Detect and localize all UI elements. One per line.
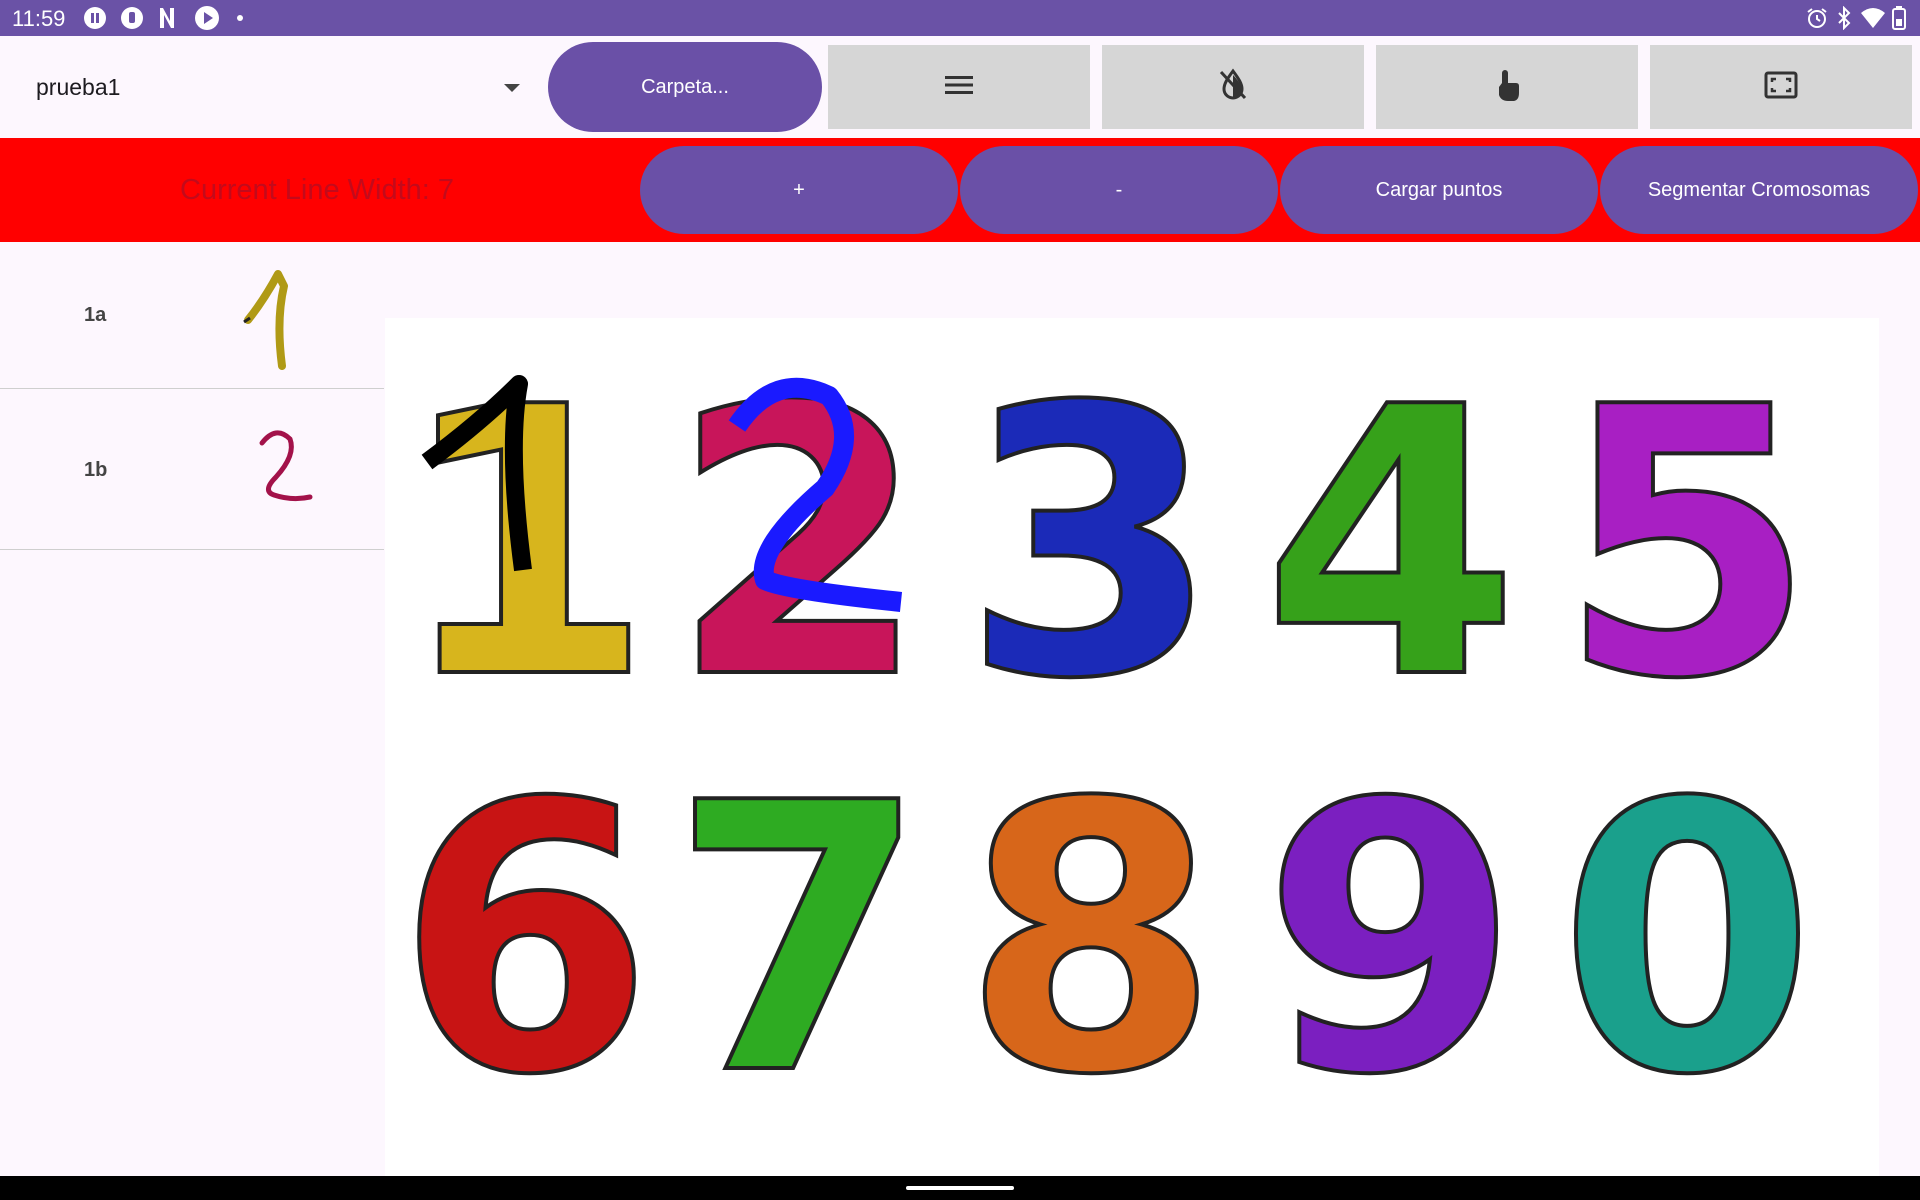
touch-icon — [1492, 67, 1522, 108]
load-points-button[interactable]: Cargar puntos — [1280, 146, 1598, 234]
chevron-down-icon — [504, 84, 520, 92]
project-name: prueba1 — [36, 74, 121, 100]
folder-button[interactable]: Carpeta... — [548, 42, 822, 132]
status-bar: 11:59 — [0, 0, 1920, 36]
increase-width-button[interactable]: + — [640, 146, 958, 234]
n-logo-icon — [158, 5, 176, 31]
wifi-icon — [1860, 5, 1886, 31]
home-handle[interactable] — [906, 1186, 1014, 1190]
alarm-icon — [1806, 5, 1828, 31]
menu-icon — [944, 73, 974, 102]
numbers-image: 1 2 3 4 56 7 8 9 0 — [394, 328, 1817, 1158]
list-item-thumbnail — [246, 425, 326, 520]
list-item-label: 1b — [84, 459, 108, 481]
fullscreen-icon — [1764, 71, 1798, 104]
digit-0: 0 — [1558, 726, 1815, 1156]
digit-7: 7 — [670, 726, 927, 1156]
notification-icon — [120, 5, 144, 31]
menu-button[interactable] — [828, 45, 1090, 129]
invert-colors-off-button[interactable] — [1102, 45, 1364, 129]
line-width-bar: Current Line Width: 7 + - Cargar puntos … — [0, 138, 1920, 242]
digit-4: 4 — [1262, 330, 1519, 760]
fullscreen-button[interactable] — [1650, 45, 1912, 129]
touch-button[interactable] — [1376, 45, 1638, 129]
bluetooth-icon — [1836, 5, 1852, 31]
digit-3: 3 — [962, 330, 1219, 760]
segment-chromosomes-button[interactable]: Segmentar Cromosomas — [1600, 146, 1918, 234]
digit-5: 5 — [1558, 330, 1815, 760]
list-item[interactable]: 1a — [0, 242, 384, 389]
pause-circle-icon — [83, 5, 107, 31]
digit-8: 8 — [962, 726, 1219, 1156]
list-item-thumbnail — [230, 260, 310, 375]
list-item-label: 1a — [84, 304, 107, 326]
digit-6: 6 — [396, 726, 653, 1156]
status-time: 11:59 — [12, 6, 66, 31]
navigation-bar — [0, 1176, 1920, 1200]
top-toolbar: prueba1 Carpeta... — [0, 36, 1920, 138]
invert-colors-off-icon — [1217, 67, 1249, 107]
decrease-width-button[interactable]: - — [960, 146, 1278, 234]
battery-icon — [1892, 5, 1906, 31]
line-width-label: Current Line Width: 7 — [180, 174, 455, 206]
drawing-canvas[interactable]: 1234567890 — [385, 318, 1879, 1176]
digit-9: 9 — [1262, 726, 1519, 1156]
list-item[interactable]: 1b — [0, 389, 384, 550]
project-dropdown[interactable]: prueba1 — [0, 36, 540, 138]
dot-icon — [236, 5, 244, 31]
play-circle-icon — [194, 5, 220, 31]
